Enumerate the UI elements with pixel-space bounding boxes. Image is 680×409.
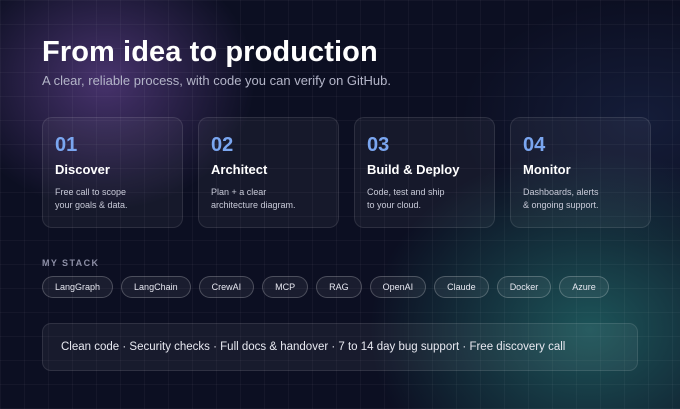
stack-section-label: MY STACK (42, 258, 100, 268)
process-steps: 01 Discover Free call to scope your goal… (42, 117, 651, 228)
step-description-line: your goals & data. (55, 200, 128, 210)
guarantees-text: Clean code · Security checks · Full docs… (61, 341, 566, 353)
stack-chip-langgraph: LangGraph (42, 276, 114, 298)
step-description-line: architecture diagram. (211, 200, 296, 210)
step-title: Build & Deploy (367, 162, 460, 177)
step-description-line: to your cloud. (367, 200, 422, 210)
step-number: 01 (55, 134, 78, 156)
stack-chip-openai: OpenAI (369, 276, 427, 298)
guarantees-banner: Clean code · Security checks · Full docs… (42, 323, 638, 371)
step-number: 04 (523, 134, 546, 156)
step-description: Dashboards, alerts & ongoing support. (523, 186, 638, 212)
stack-chip-claude: Claude (434, 276, 489, 298)
step-description-line: Free call to scope (55, 187, 127, 197)
step-card-architect: 02 Architect Plan + a clear architecture… (198, 117, 339, 228)
step-number: 03 (367, 134, 390, 156)
step-title: Discover (55, 162, 110, 177)
stack-chip-azure: Azure (559, 276, 609, 298)
page-title: From idea to production (42, 36, 378, 68)
step-card-build-deploy: 03 Build & Deploy Code, test and ship to… (354, 117, 495, 228)
step-description-line: Dashboards, alerts (523, 187, 599, 197)
step-description: Code, test and ship to your cloud. (367, 186, 482, 212)
step-card-discover: 01 Discover Free call to scope your goal… (42, 117, 183, 228)
page-subtitle: A clear, reliable process, with code you… (42, 73, 392, 88)
stack-chip-list: LangGraph LangChain CrewAI MCP RAG OpenA… (42, 276, 609, 298)
step-number: 02 (211, 134, 234, 156)
step-description-line: Code, test and ship (367, 187, 445, 197)
stack-chip-rag: RAG (316, 276, 362, 298)
step-title: Monitor (523, 162, 571, 177)
step-description: Free call to scope your goals & data. (55, 186, 170, 212)
step-description-line: & ongoing support. (523, 200, 599, 210)
page: From idea to production A clear, reliabl… (0, 0, 680, 409)
step-card-monitor: 04 Monitor Dashboards, alerts & ongoing … (510, 117, 651, 228)
step-title: Architect (211, 162, 268, 177)
stack-chip-crewai: CrewAI (198, 276, 255, 298)
step-description-line: Plan + a clear (211, 187, 267, 197)
stack-chip-docker: Docker (496, 276, 552, 298)
stack-chip-langchain: LangChain (121, 276, 191, 298)
stack-chip-mcp: MCP (262, 276, 309, 298)
step-description: Plan + a clear architecture diagram. (211, 186, 326, 212)
